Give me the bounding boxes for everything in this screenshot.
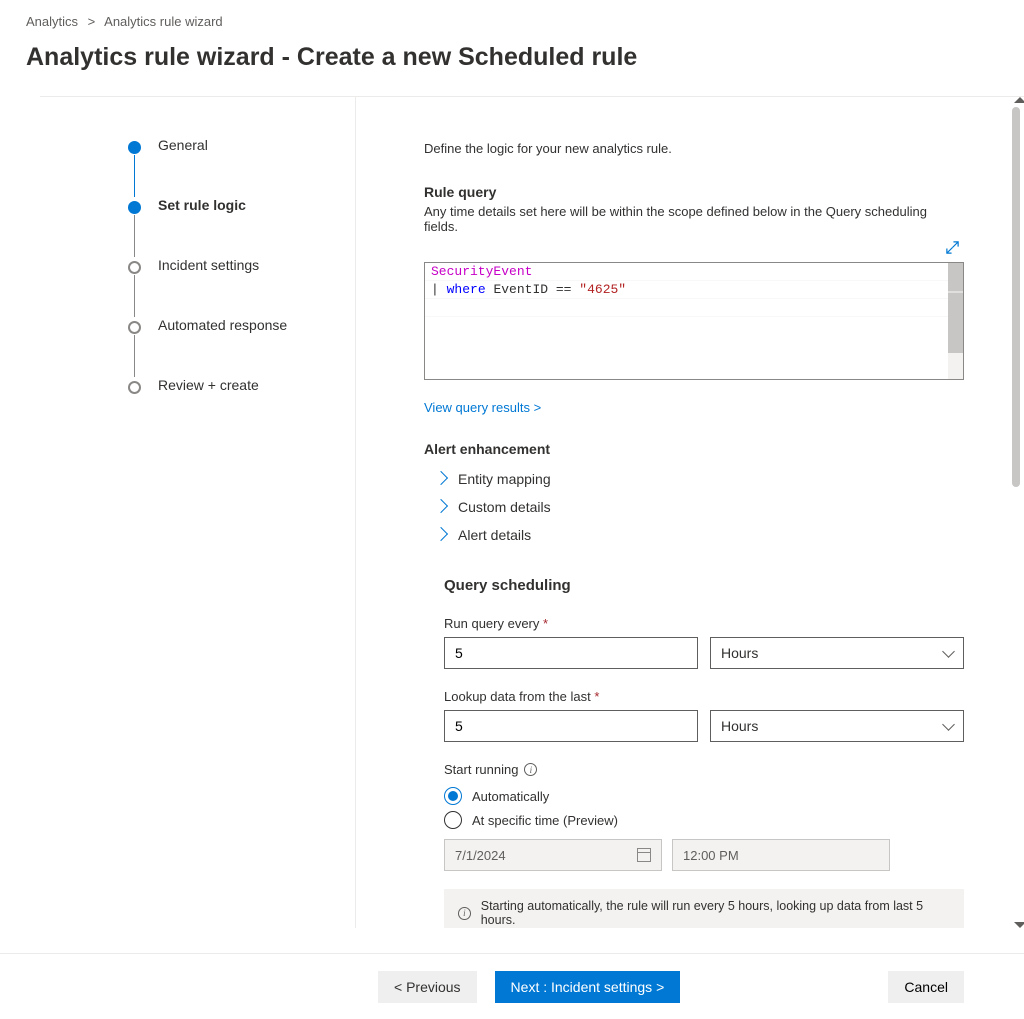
- code-token: where: [447, 282, 486, 297]
- step-dot-icon: [128, 321, 141, 334]
- chevron-down-icon: [942, 718, 955, 731]
- radio-automatically[interactable]: Automatically: [444, 787, 964, 805]
- step-dot-icon: [128, 261, 141, 274]
- step-dot-icon: [128, 141, 141, 154]
- chevron-right-icon: [434, 499, 448, 513]
- step-connector: [134, 215, 135, 257]
- step-label: Set rule logic: [158, 197, 246, 213]
- step-connector: [134, 155, 135, 197]
- cancel-button[interactable]: Cancel: [888, 971, 964, 1003]
- code-token: ==: [556, 282, 572, 297]
- custom-details-expander[interactable]: Custom details: [424, 493, 964, 521]
- lookup-data-label: Lookup data from the last *: [444, 689, 964, 704]
- breadcrumb: Analytics > Analytics rule wizard: [0, 0, 1024, 37]
- breadcrumb-current: Analytics rule wizard: [104, 14, 223, 29]
- lookup-value-input[interactable]: [444, 710, 698, 742]
- info-icon: i: [458, 907, 471, 920]
- expand-editor-icon[interactable]: [945, 240, 960, 258]
- step-label: Incident settings: [158, 257, 259, 273]
- calendar-icon: [637, 848, 651, 862]
- step-general[interactable]: General: [128, 137, 331, 197]
- expander-label: Custom details: [458, 499, 551, 515]
- run-query-unit-select[interactable]: Hours: [710, 637, 964, 669]
- step-incident-settings[interactable]: Incident settings: [128, 257, 331, 317]
- alert-enhancement-heading: Alert enhancement: [424, 441, 964, 457]
- step-dot-icon: [128, 201, 141, 214]
- date-value: 7/1/2024: [455, 848, 506, 863]
- run-query-label: Run query every *: [444, 616, 964, 631]
- radio-label: Automatically: [472, 789, 549, 804]
- chevron-right-icon: [434, 471, 448, 485]
- expander-label: Alert details: [458, 527, 531, 543]
- scrollbar-thumb[interactable]: [1012, 107, 1020, 487]
- schedule-info-banner: i Starting automatically, the rule will …: [444, 889, 964, 928]
- intro-text: Define the logic for your new analytics …: [424, 141, 964, 156]
- wizard-footer: < Previous Next : Incident settings > Ca…: [0, 953, 1024, 1019]
- radio-icon: [444, 811, 462, 829]
- start-time-input: 12:00 PM: [672, 839, 890, 871]
- rule-query-subtext: Any time details set here will be within…: [424, 204, 964, 234]
- chevron-right-icon: [434, 527, 448, 541]
- rule-query-heading: Rule query: [424, 184, 964, 200]
- select-value: Hours: [721, 718, 758, 734]
- page-title: Analytics rule wizard - Create a new Sch…: [0, 37, 1024, 96]
- step-label: Automated response: [158, 317, 287, 333]
- previous-button[interactable]: < Previous: [378, 971, 477, 1003]
- code-token: "4625": [579, 282, 626, 297]
- next-button[interactable]: Next : Incident settings >: [495, 971, 681, 1003]
- breadcrumb-root-link[interactable]: Analytics: [26, 14, 78, 29]
- step-label: General: [158, 137, 208, 153]
- step-automated-response[interactable]: Automated response: [128, 317, 331, 377]
- main-scrollbar[interactable]: [1012, 107, 1022, 918]
- code-token: SecurityEvent: [431, 264, 532, 279]
- scroll-down-arrow[interactable]: [1008, 916, 1024, 926]
- main-content: Define the logic for your new analytics …: [356, 97, 1024, 928]
- entity-mapping-expander[interactable]: Entity mapping: [424, 465, 964, 493]
- step-dot-icon: [128, 381, 141, 394]
- select-value: Hours: [721, 645, 758, 661]
- query-editor[interactable]: SecurityEvent | where EventID == "4625": [424, 262, 964, 380]
- chevron-down-icon: [942, 645, 955, 658]
- start-running-label: Start running: [444, 762, 518, 777]
- code-token: EventID: [493, 282, 548, 297]
- step-connector: [134, 335, 135, 377]
- view-query-results-link[interactable]: View query results >: [424, 400, 541, 415]
- step-label: Review + create: [158, 377, 259, 393]
- expander-label: Entity mapping: [458, 471, 551, 487]
- step-set-rule-logic[interactable]: Set rule logic: [128, 197, 331, 257]
- alert-details-expander[interactable]: Alert details: [424, 521, 964, 549]
- run-query-value-input[interactable]: [444, 637, 698, 669]
- banner-text: Starting automatically, the rule will ru…: [481, 899, 950, 927]
- code-token: |: [431, 282, 439, 297]
- query-scheduling-heading: Query scheduling: [444, 577, 964, 594]
- start-date-input: 7/1/2024: [444, 839, 662, 871]
- radio-specific-time[interactable]: At specific time (Preview): [444, 811, 964, 829]
- step-review-create[interactable]: Review + create: [128, 377, 331, 393]
- info-icon[interactable]: i: [524, 763, 537, 776]
- wizard-steps-sidebar: General Set rule logic Incident settings…: [40, 96, 356, 928]
- editor-minimap[interactable]: [948, 263, 963, 379]
- time-value: 12:00 PM: [683, 848, 739, 863]
- radio-label: At specific time (Preview): [472, 813, 618, 828]
- breadcrumb-separator: >: [88, 14, 96, 29]
- step-connector: [134, 275, 135, 317]
- lookup-unit-select[interactable]: Hours: [710, 710, 964, 742]
- radio-icon: [444, 787, 462, 805]
